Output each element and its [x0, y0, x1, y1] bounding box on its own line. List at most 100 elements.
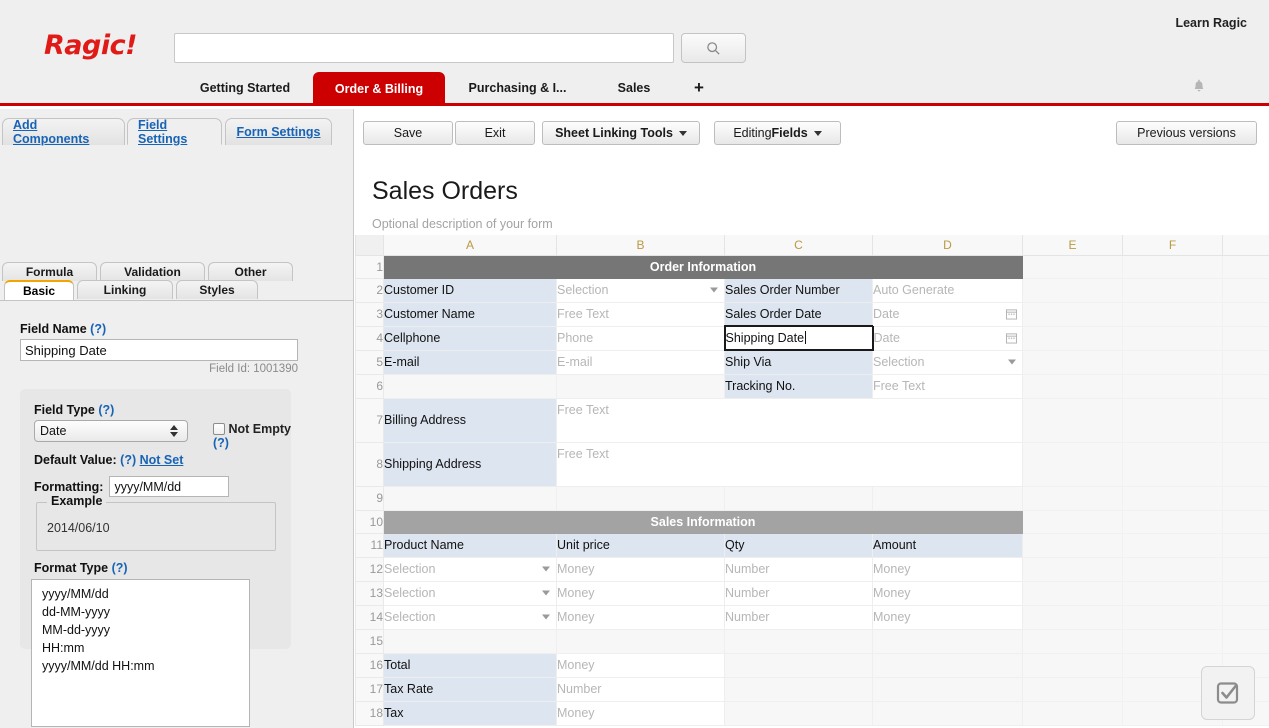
col-header-a[interactable]: A — [383, 235, 557, 256]
tab-add-sheet-button[interactable]: + — [682, 72, 716, 103]
row-header[interactable]: 2 — [355, 277, 384, 303]
field-input-cell[interactable]: Selection — [872, 349, 1023, 375]
form-description-placeholder[interactable]: Optional description of your form — [372, 214, 1182, 235]
field-input-cell[interactable]: Money — [556, 700, 725, 726]
grid-cell-g[interactable] — [1222, 556, 1269, 582]
sheet-linking-tools-button[interactable]: Sheet Linking Tools — [542, 121, 700, 145]
subtable-header-cell[interactable]: Qty — [724, 532, 873, 558]
col-header-f[interactable]: F — [1122, 235, 1223, 256]
field-input-cell[interactable]: Free Text — [872, 373, 1023, 399]
grid-cell-c[interactable] — [724, 485, 873, 511]
bell-icon[interactable] — [1191, 79, 1207, 97]
grid-cell-c[interactable] — [724, 700, 873, 726]
row-header[interactable]: 17 — [355, 676, 384, 702]
field-input-cell[interactable]: Selection — [383, 556, 557, 582]
default-value-link[interactable]: Not Set — [140, 453, 184, 467]
grid-cell-g[interactable] — [1222, 277, 1269, 303]
grid-cell-e[interactable] — [1022, 485, 1123, 511]
grid-cell-c[interactable] — [724, 652, 873, 678]
field-input-cell[interactable]: Auto Generate — [872, 277, 1023, 303]
active-cell-shipping-date[interactable]: Shipping Date — [723, 325, 874, 351]
tab-purchasing[interactable]: Purchasing & I... — [455, 72, 580, 103]
field-label-cell[interactable]: Customer Name — [383, 301, 557, 327]
search-input[interactable] — [174, 33, 674, 63]
field-name-input[interactable] — [20, 339, 298, 361]
panel-subtab-validation[interactable]: Validation — [100, 262, 205, 281]
field-input-cell[interactable]: Money — [556, 556, 725, 582]
field-input-cell[interactable]: Date — [872, 325, 1023, 351]
panel-tab-add-components[interactable]: Add Components — [2, 118, 125, 146]
row-header[interactable]: 4 — [355, 325, 384, 351]
field-input-cell[interactable]: Selection — [383, 604, 557, 630]
field-input-cell[interactable]: Money — [872, 556, 1023, 582]
calendar-icon[interactable] — [1006, 309, 1017, 320]
row-header[interactable]: 1 — [355, 254, 384, 279]
grid-cell-e[interactable] — [1022, 580, 1123, 606]
row-header[interactable]: 15 — [355, 628, 384, 654]
grid-cell-d[interactable] — [872, 652, 1023, 678]
grid-cell-c[interactable] — [724, 676, 873, 702]
panel-subtab-basic[interactable]: Basic — [4, 280, 74, 300]
row-header[interactable]: 9 — [355, 485, 384, 511]
grid-cell-e[interactable] — [1022, 349, 1123, 375]
field-label-cell[interactable]: Sales Order Date — [724, 301, 873, 327]
search-button[interactable] — [681, 33, 746, 63]
grid-cell-d[interactable] — [872, 485, 1023, 511]
grid-cell-e[interactable] — [1022, 604, 1123, 630]
grid-cell-f[interactable] — [1122, 301, 1223, 327]
grid-cell-e[interactable] — [1022, 397, 1123, 443]
field-input-cell[interactable]: Free Text — [556, 397, 1023, 443]
grid-cell-f[interactable] — [1122, 254, 1223, 279]
grid-cell-f[interactable] — [1122, 628, 1223, 654]
grid-cell-c[interactable] — [724, 628, 873, 654]
row-header[interactable]: 10 — [355, 509, 384, 534]
tab-order-and-billing[interactable]: Order & Billing — [313, 72, 445, 106]
col-header-e[interactable]: E — [1022, 235, 1123, 256]
field-label-cell[interactable]: Customer ID — [383, 277, 557, 303]
field-label-cell[interactable]: Ship Via — [724, 349, 873, 375]
grid-cell-a[interactable] — [383, 373, 557, 399]
grid-cell-g[interactable] — [1222, 441, 1269, 487]
grid-cell-g[interactable] — [1222, 325, 1269, 351]
field-input-cell[interactable]: Number — [724, 580, 873, 606]
row-header[interactable]: 3 — [355, 301, 384, 327]
field-input-cell[interactable]: Date — [872, 301, 1023, 327]
field-input-cell[interactable]: Money — [556, 604, 725, 630]
panel-subtab-formula[interactable]: Formula — [2, 262, 97, 281]
format-type-option[interactable]: dd-MM-yyyy — [32, 603, 249, 621]
row-header[interactable]: 13 — [355, 580, 384, 606]
learn-ragic-link[interactable]: Learn Ragic — [1175, 16, 1247, 30]
grid-cell-e[interactable] — [1022, 373, 1123, 399]
grid-cell-e[interactable] — [1022, 277, 1123, 303]
row-header[interactable]: 16 — [355, 652, 384, 678]
field-label-cell[interactable]: Total — [383, 652, 557, 678]
grid-cell-e[interactable] — [1022, 652, 1123, 678]
field-input-cell[interactable]: Free Text — [556, 301, 725, 327]
subtable-header-cell[interactable]: Product Name — [383, 532, 557, 558]
grid-cell-e[interactable] — [1022, 325, 1123, 351]
grid-cell-f[interactable] — [1122, 556, 1223, 582]
col-header-c[interactable]: C — [724, 235, 873, 256]
grid-cell-f[interactable] — [1122, 349, 1223, 375]
field-label-cell[interactable]: Tax — [383, 700, 557, 726]
save-button[interactable]: Save — [363, 121, 453, 145]
form-title[interactable]: Sales Orders — [372, 172, 872, 210]
subtable-header-cell[interactable]: Amount — [872, 532, 1023, 558]
tab-getting-started[interactable]: Getting Started — [186, 72, 304, 103]
format-type-listbox[interactable]: yyyy/MM/dd dd-MM-yyyy MM-dd-yyyy HH:mm y… — [31, 579, 250, 727]
grid-cell-d[interactable] — [872, 676, 1023, 702]
panel-subtab-linking[interactable]: Linking — [77, 280, 173, 299]
grid-cell-f[interactable] — [1122, 485, 1223, 511]
not-empty-checkbox[interactable] — [213, 423, 225, 435]
row-header[interactable]: 6 — [355, 373, 384, 399]
grid-cell-e[interactable] — [1022, 254, 1123, 279]
field-input-cell[interactable]: Number — [556, 676, 725, 702]
field-name-help-icon[interactable]: (?) — [90, 322, 106, 336]
format-type-option[interactable]: yyyy/MM/dd — [32, 585, 249, 603]
field-type-help-icon[interactable]: (?) — [98, 403, 114, 417]
row-header[interactable]: 8 — [355, 441, 384, 487]
field-input-cell[interactable]: Money — [556, 580, 725, 606]
grid-cell-e[interactable] — [1022, 532, 1123, 558]
row-header[interactable]: 7 — [355, 397, 384, 443]
field-input-cell[interactable]: Money — [556, 652, 725, 678]
